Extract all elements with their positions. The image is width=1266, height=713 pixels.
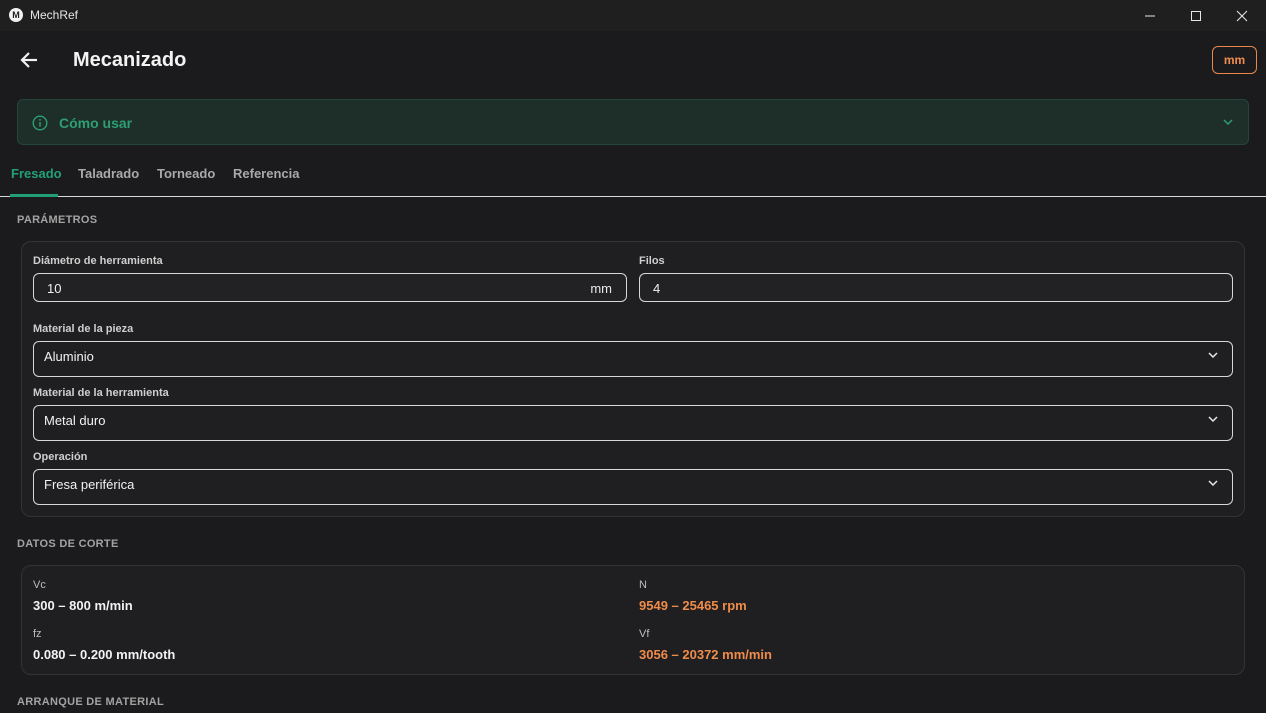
operation-label: Operación: [33, 451, 88, 463]
chevron-down-icon: [1208, 480, 1218, 487]
flutes-label: Filos: [639, 255, 665, 267]
arrow-left-icon: [20, 52, 37, 68]
cutting-data-card: [21, 565, 1245, 675]
operation-select[interactable]: Fresa periférica: [33, 469, 1233, 505]
operation-value: Fresa periférica: [44, 477, 135, 492]
n-label: N: [639, 579, 647, 591]
page-title: Mecanizado: [73, 49, 187, 71]
how-to-use-label: Cómo usar: [59, 115, 133, 131]
title-bar: M MechRef: [0, 0, 1266, 31]
back-button[interactable]: [14, 46, 44, 74]
tool-diameter-unit: mm: [590, 281, 612, 296]
chevron-down-icon: [1208, 352, 1218, 359]
tool-diameter-input[interactable]: 10 mm: [33, 273, 627, 302]
n-value: 9549 – 25465 rpm: [639, 598, 747, 613]
tool-diameter-label: Diámetro de herramienta: [33, 255, 163, 267]
tab-fresado[interactable]: Fresado: [11, 166, 62, 181]
parameters-section-title: PARÁMETROS: [17, 214, 98, 226]
cutting-data-section-title: DATOS DE CORTE: [17, 538, 119, 550]
workpiece-material-value: Aluminio: [44, 349, 94, 364]
fz-label: fz: [33, 628, 42, 640]
active-tab-indicator: [10, 194, 58, 197]
window-title: MechRef: [30, 8, 79, 22]
flutes-value: 4: [653, 281, 661, 296]
tool-material-label: Material de la herramienta: [33, 387, 169, 399]
minimize-button[interactable]: [1127, 0, 1173, 31]
fz-value: 0.080 – 0.200 mm/tooth: [33, 647, 176, 662]
close-button[interactable]: [1219, 0, 1265, 31]
maximize-icon: [1191, 10, 1201, 21]
tab-referencia[interactable]: Referencia: [233, 166, 299, 181]
material-removal-section-title: ARRANQUE DE MATERIAL: [17, 696, 164, 708]
close-icon: [1236, 10, 1248, 21]
how-to-use-panel[interactable]: Cómo usar: [17, 99, 1249, 145]
vf-label: Vf: [639, 628, 650, 640]
vc-value: 300 – 800 m/min: [33, 598, 133, 613]
workpiece-material-label: Material de la pieza: [33, 323, 134, 335]
flutes-input[interactable]: 4: [639, 273, 1233, 302]
chevron-down-icon: [1223, 119, 1233, 126]
tab-taladrado[interactable]: Taladrado: [78, 166, 139, 181]
chevron-down-icon: [1208, 416, 1218, 423]
minimize-icon: [1145, 15, 1155, 16]
unit-toggle-button[interactable]: mm: [1212, 46, 1257, 74]
tool-material-value: Metal duro: [44, 413, 106, 428]
tool-material-select[interactable]: Metal duro: [33, 405, 1233, 441]
tab-torneado[interactable]: Torneado: [157, 166, 215, 181]
tab-bar: Fresado Taladrado Torneado Referencia: [0, 158, 1266, 197]
tool-diameter-value: 10: [47, 281, 62, 296]
app-logo-icon: M: [9, 8, 23, 22]
maximize-button[interactable]: [1173, 0, 1219, 31]
workpiece-material-select[interactable]: Aluminio: [33, 341, 1233, 377]
app-logo-letter: M: [12, 9, 20, 20]
info-icon: [32, 115, 48, 131]
vc-label: Vc: [33, 579, 46, 591]
vf-value: 3056 – 20372 mm/min: [639, 647, 772, 662]
